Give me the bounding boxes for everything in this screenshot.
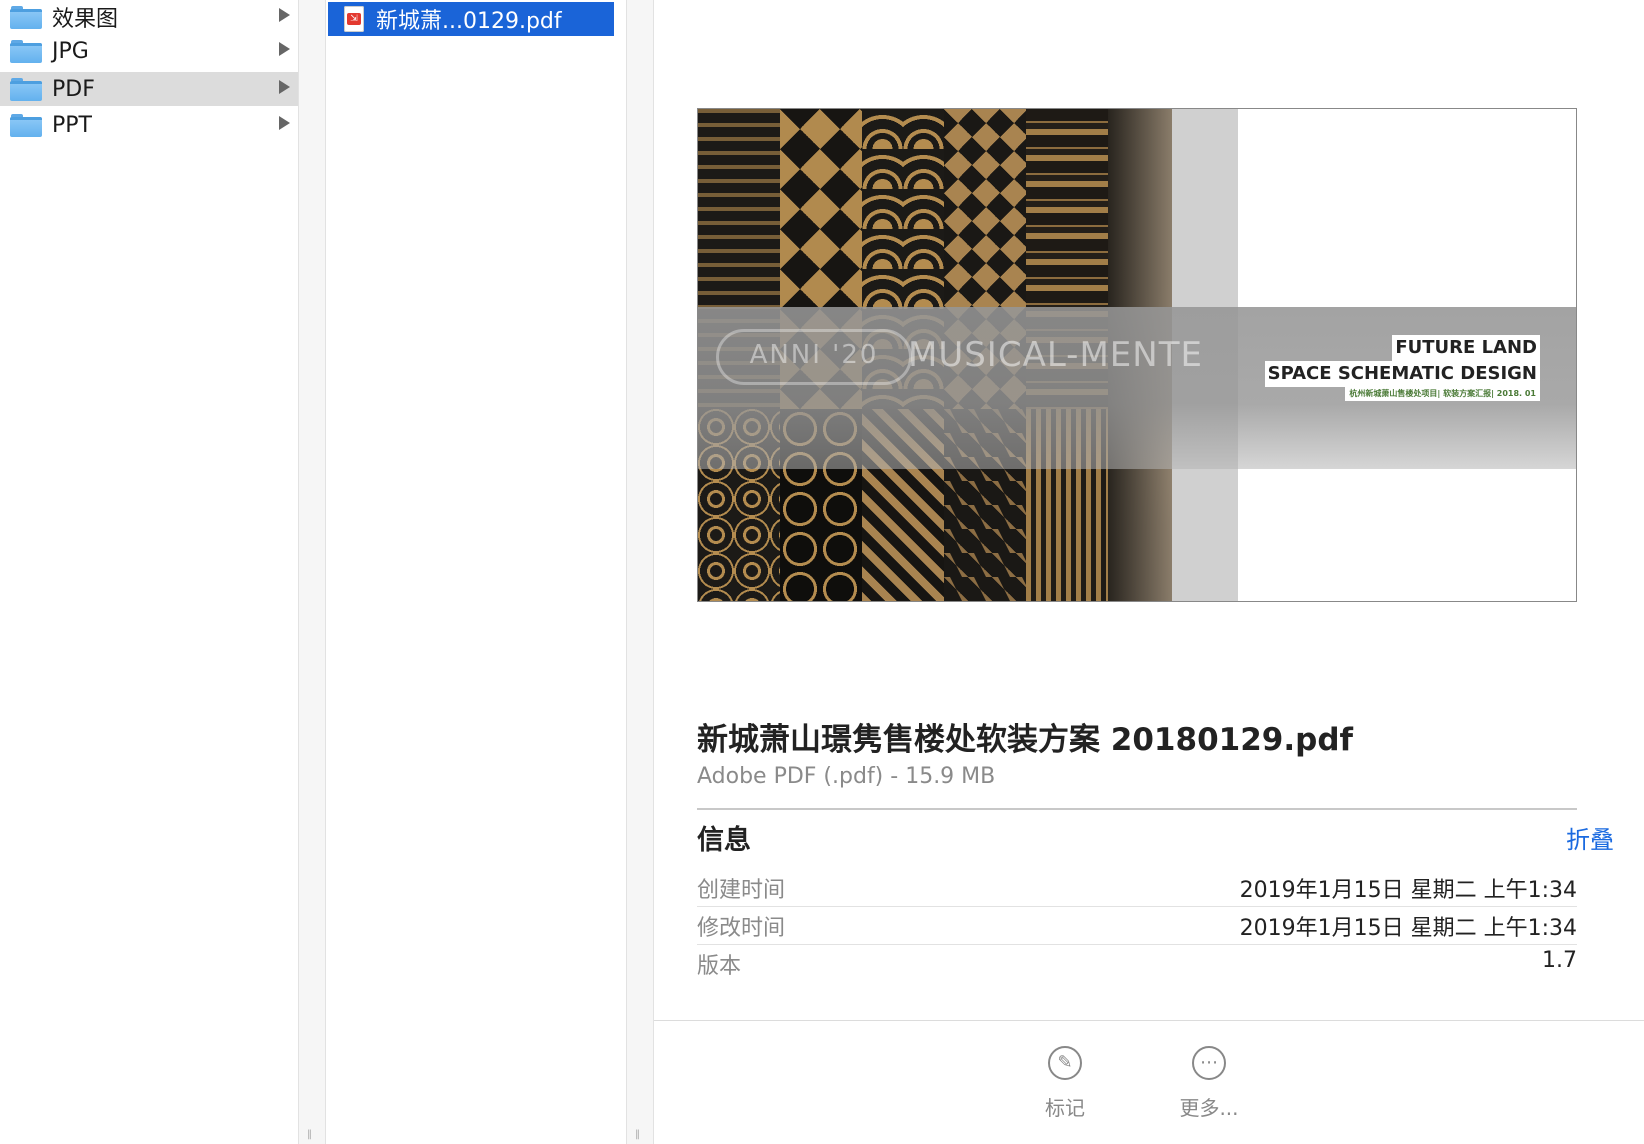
markup-label: 标记 [1045, 1096, 1085, 1120]
thumbnail-band-left-label: ANNI '20 [716, 329, 912, 385]
more-label: 更多... [1179, 1096, 1239, 1120]
file-column: ⇲ 新城萧...0129.pdf [326, 0, 626, 1144]
column-resize-handle[interactable]: ‖ [298, 0, 326, 1144]
resize-grip-icon: ‖ [635, 1129, 641, 1140]
chevron-right-icon [279, 42, 290, 56]
folder-label: PDF [52, 76, 95, 102]
more-button[interactable]: ⋯ 更多... [1169, 1046, 1249, 1121]
resize-grip-icon: ‖ [307, 1129, 313, 1140]
folder-row-ppt[interactable]: PPT [0, 108, 298, 142]
pdf-thumbnail[interactable]: ANNI '20 MUSICAL-MENTE FUTURE LAND SPACE… [697, 108, 1577, 602]
more-ellipsis-icon: ⋯ [1192, 1046, 1226, 1080]
info-row-modified: 修改时间 2019年1月15日 星期二 上午1:34 [697, 906, 1577, 945]
chevron-right-icon [279, 80, 290, 94]
chevron-right-icon [279, 8, 290, 22]
info-key: 修改时间 [697, 916, 786, 941]
folder-row-pdf[interactable]: PDF [0, 72, 298, 106]
chevron-right-icon [279, 116, 290, 130]
collapse-link[interactable]: 折叠 [1566, 820, 1614, 855]
folder-icon [10, 5, 42, 29]
file-row-selected[interactable]: ⇲ 新城萧...0129.pdf [328, 2, 614, 36]
divider [697, 808, 1577, 810]
info-key: 创建时间 [697, 878, 786, 903]
info-value: 1.7 [1542, 948, 1577, 973]
preview-pane: ANNI '20 MUSICAL-MENTE FUTURE LAND SPACE… [654, 0, 1644, 1144]
pdf-document-icon: ⇲ [344, 6, 364, 32]
divider [654, 1020, 1644, 1021]
folder-label: 效果图 [52, 7, 119, 32]
file-title: 新城萧山璟隽售楼处软装方案 20180129.pdf [697, 722, 1353, 758]
markup-button[interactable]: ✎ 标记 [1025, 1046, 1105, 1121]
folder-label: PPT [52, 112, 92, 138]
file-kind-size: Adobe PDF (.pdf) - 15.9 MB [697, 764, 996, 789]
info-value: 2019年1月15日 星期二 上午1:34 [1239, 916, 1577, 941]
folder-column: 效果图 JPG PDF PPT [0, 0, 298, 1144]
info-value: 2019年1月15日 星期二 上午1:34 [1239, 878, 1577, 903]
column-resize-handle[interactable]: ‖ [626, 0, 654, 1144]
thumbnail-tag-future-land: FUTURE LAND [1392, 335, 1540, 361]
folder-icon [10, 113, 42, 137]
info-row-version: 版本 1.7 [697, 944, 1577, 982]
folder-icon [10, 77, 42, 101]
folder-row-effects[interactable]: 效果图 [0, 0, 298, 34]
info-row-created: 创建时间 2019年1月15日 星期二 上午1:34 [697, 868, 1577, 907]
markup-pen-icon: ✎ [1048, 1046, 1082, 1080]
info-key: 版本 [697, 954, 742, 979]
thumbnail-band-right-label: MUSICAL-MENTE [908, 335, 1203, 375]
folder-icon [10, 39, 42, 63]
info-heading: 信息 [697, 825, 751, 856]
folder-label: JPG [52, 38, 89, 64]
folder-row-jpg[interactable]: JPG [0, 34, 298, 68]
file-label: 新城萧...0129.pdf [376, 9, 562, 34]
thumbnail-tag-space-design: SPACE SCHEMATIC DESIGN [1264, 361, 1540, 387]
thumbnail-tag-project: 杭州新城萧山售楼处项目| 软装方案汇报| 2018. 01 [1345, 387, 1540, 401]
